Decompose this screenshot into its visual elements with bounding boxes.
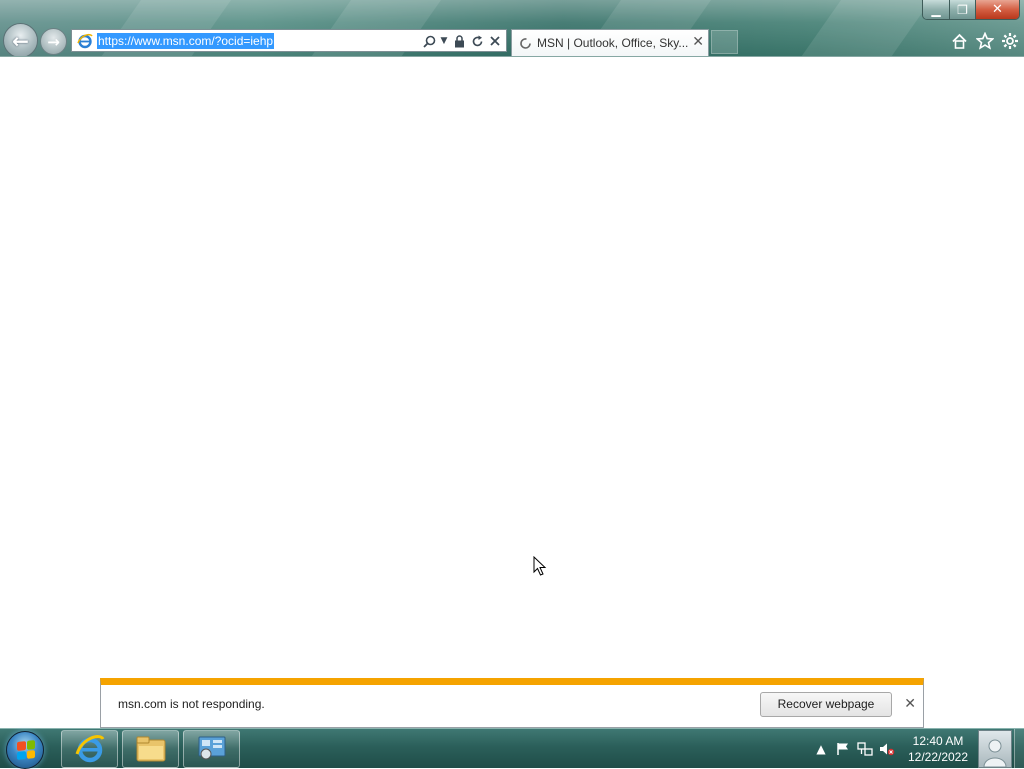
user-avatar[interactable] bbox=[978, 730, 1012, 768]
web-page-content[interactable] bbox=[0, 57, 1024, 728]
notification-close-icon[interactable]: ✕ bbox=[904, 696, 916, 712]
tab-title: MSN | Outlook, Office, Sky... bbox=[537, 36, 689, 50]
refresh-icon[interactable] bbox=[470, 33, 484, 49]
command-toolbar bbox=[950, 30, 1019, 52]
stop-icon[interactable] bbox=[488, 33, 502, 49]
taskbar-clock[interactable]: 12:40 AM 12/22/2022 bbox=[902, 733, 974, 765]
window-caption-buttons: ▁ ❐ ✕ bbox=[922, 0, 1020, 20]
forward-button[interactable]: → bbox=[40, 28, 67, 55]
dropdown-chevron-icon[interactable]: ▼ bbox=[440, 33, 448, 49]
network-icon[interactable] bbox=[854, 738, 876, 760]
system-tray: ▲ 12:40 AM 12/22/2022 bbox=[810, 729, 1024, 769]
control-panel-icon bbox=[198, 736, 225, 760]
taskbar: ▲ 12:40 AM 12/22/2022 bbox=[0, 728, 1024, 769]
notification-message: msn.com is not responding. bbox=[118, 697, 265, 711]
tab-msn[interactable]: MSN | Outlook, Office, Sky... ✕ bbox=[511, 29, 709, 56]
action-center-flag-icon[interactable] bbox=[832, 738, 854, 760]
lock-icon[interactable] bbox=[452, 33, 466, 49]
search-icon[interactable] bbox=[422, 33, 436, 49]
clock-date: 12/22/2022 bbox=[907, 750, 969, 764]
address-tools: ▼ bbox=[422, 32, 502, 50]
minimize-button[interactable]: ▁ bbox=[923, 0, 949, 19]
forward-arrow-icon: → bbox=[47, 32, 60, 51]
show-hidden-icons-chevron[interactable]: ▲ bbox=[810, 738, 832, 760]
new-tab-button[interactable] bbox=[711, 30, 738, 54]
star-icon[interactable] bbox=[975, 32, 994, 51]
gear-icon[interactable] bbox=[1000, 32, 1019, 51]
internet-explorer-icon bbox=[75, 735, 104, 763]
tab-close-icon[interactable]: ✕ bbox=[692, 34, 704, 50]
taskbar-internet-explorer[interactable] bbox=[61, 730, 118, 768]
taskbar-control-panel[interactable] bbox=[183, 730, 240, 768]
start-button[interactable] bbox=[6, 731, 44, 769]
mouse-cursor-icon bbox=[533, 556, 547, 576]
back-button[interactable]: ← bbox=[3, 23, 38, 56]
browser-chrome: ▁ ❐ ✕ ← → https://www.msn.com/?ocid=iehp… bbox=[0, 0, 1024, 57]
show-desktop-button[interactable] bbox=[1014, 729, 1024, 769]
address-bar[interactable]: https://www.msn.com/?ocid=iehp ▼ bbox=[71, 29, 507, 52]
volume-muted-icon[interactable] bbox=[876, 738, 898, 760]
notification-bar: msn.com is not responding. Recover webpa… bbox=[100, 678, 924, 728]
recover-webpage-button[interactable]: Recover webpage bbox=[760, 692, 892, 717]
ie-page-icon bbox=[76, 32, 93, 49]
back-arrow-icon: ← bbox=[12, 28, 29, 53]
maximize-button[interactable]: ❐ bbox=[949, 0, 975, 19]
home-icon[interactable] bbox=[950, 32, 969, 51]
clock-time: 12:40 AM bbox=[912, 734, 964, 748]
address-input[interactable]: https://www.msn.com/?ocid=iehp bbox=[97, 32, 275, 49]
user-silhouette-icon bbox=[983, 739, 1007, 767]
close-window-button[interactable]: ✕ bbox=[975, 0, 1019, 19]
file-explorer-icon bbox=[136, 736, 165, 762]
windows-logo-icon bbox=[17, 740, 35, 760]
taskbar-file-explorer[interactable] bbox=[122, 730, 179, 768]
loading-spinner-icon bbox=[520, 37, 531, 49]
